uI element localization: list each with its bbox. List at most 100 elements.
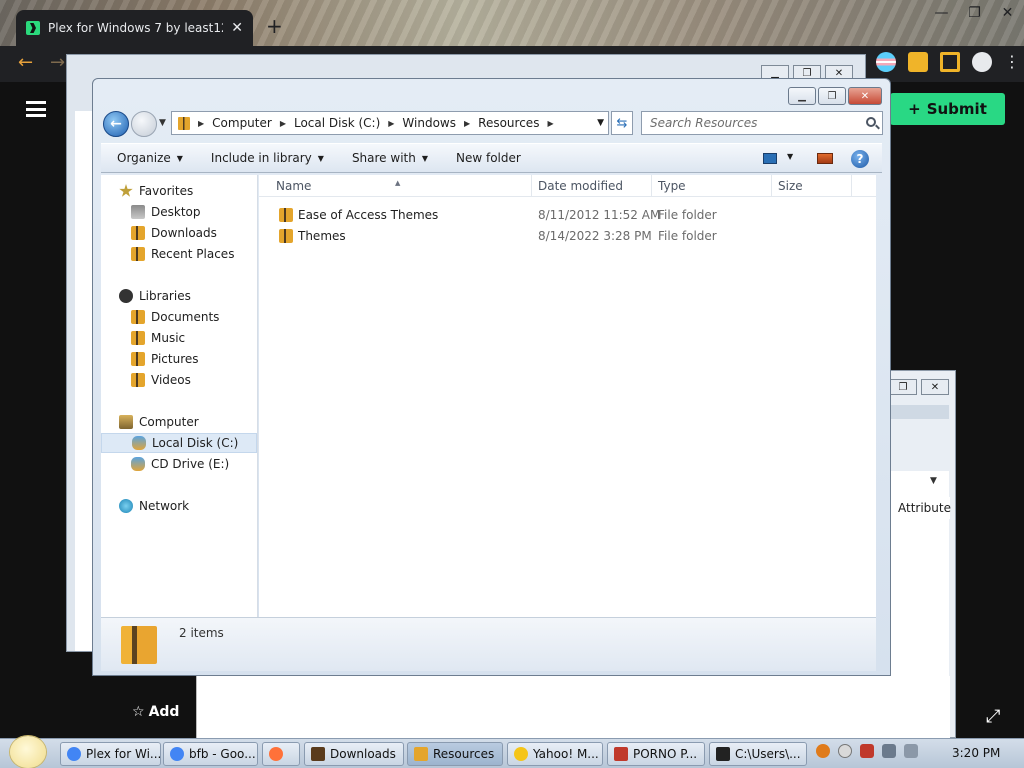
breadcrumb-separator-icon[interactable]: ▶: [388, 119, 394, 128]
add-button[interactable]: ☆ Add: [132, 704, 179, 720]
menu-dots-icon[interactable]: ⋮: [1004, 52, 1020, 72]
breadcrumb-local-disk[interactable]: Local Disk (C:): [294, 116, 380, 130]
share-with-label: Share with: [351, 151, 416, 165]
attributes-column-header[interactable]: Attribute: [898, 497, 951, 519]
file-date: 8/11/2012 11:52 AM: [538, 208, 661, 222]
file-row[interactable]: Themes 8/14/2022 3:28 PM File folder: [259, 226, 876, 246]
preview-pane-icon[interactable]: [817, 153, 833, 164]
browser-tab-plex[interactable]: Plex for Windows 7 by least1234 ✕: [16, 10, 253, 46]
address-dropdown-icon[interactable]: ▼: [597, 118, 604, 128]
nav-libraries[interactable]: Libraries: [101, 286, 191, 306]
refresh-button[interactable]: ⇆: [611, 111, 633, 135]
column-type[interactable]: Type: [658, 179, 686, 193]
breadcrumb-separator-icon[interactable]: ▶: [198, 119, 204, 128]
file-type: File folder: [658, 229, 717, 243]
search-tray-icon[interactable]: [816, 744, 830, 758]
taskbar-button-yahoo[interactable]: Yahoo! M...: [507, 742, 603, 766]
profile-avatar-icon[interactable]: [972, 52, 992, 72]
network-tray-icon[interactable]: [882, 744, 896, 758]
hamburger-menu-icon[interactable]: [26, 101, 46, 117]
new-tab-button[interactable]: +: [266, 14, 283, 38]
taskbar-button-downloads[interactable]: Downloads: [304, 742, 404, 766]
submit-label: Submit: [926, 100, 987, 118]
7zip-icon: [716, 747, 730, 761]
file-row[interactable]: Ease of Access Themes 8/11/2012 11:52 AM…: [259, 205, 876, 225]
column-divider[interactable]: [771, 175, 772, 197]
search-icon[interactable]: [866, 117, 876, 127]
messenger-tray-icon[interactable]: [838, 744, 852, 758]
nav-local-disk-label: Local Disk (C:): [152, 436, 239, 450]
fullscreen-expand-icon[interactable]: ⤢: [986, 706, 1000, 727]
combo-dropdown-icon[interactable]: ▼: [930, 476, 937, 486]
taskbar-button-flash[interactable]: PORNO P...: [607, 742, 705, 766]
browser-maximize-button[interactable]: ❐: [958, 0, 991, 26]
new-folder-label: New folder: [456, 151, 521, 165]
volume-icon[interactable]: [904, 744, 918, 758]
taskbar-button-label: PORNO P...: [633, 747, 698, 761]
navigation-pane: Favorites Desktop Downloads Recent Place…: [101, 175, 258, 617]
clock[interactable]: 3:20 PM: [952, 746, 1000, 760]
recent-pages-dropdown-icon[interactable]: ▼: [159, 118, 166, 128]
browser-back-icon[interactable]: ←: [18, 52, 33, 73]
share-with-button[interactable]: Share with ▼: [352, 151, 428, 165]
taskbar-button-bfb[interactable]: bfb - Goo...: [163, 742, 258, 766]
computer-icon: [119, 415, 133, 429]
breadcrumb-separator-icon[interactable]: ▶: [464, 119, 470, 128]
nav-desktop[interactable]: Desktop: [101, 202, 201, 222]
nav-libraries-label: Libraries: [139, 289, 191, 303]
browser-forward-icon[interactable]: →: [50, 52, 65, 73]
nav-recent-places[interactable]: Recent Places: [101, 244, 234, 264]
include-in-library-button[interactable]: Include in library ▼: [211, 151, 324, 165]
organize-button[interactable]: Organize ▼: [117, 151, 183, 165]
tab-close-icon[interactable]: ✕: [231, 20, 243, 36]
help-icon[interactable]: ?: [851, 150, 869, 168]
props-maximize-button[interactable]: ❐: [889, 379, 917, 395]
column-name[interactable]: Name: [276, 179, 311, 193]
puzzle-extension-icon[interactable]: [908, 52, 928, 72]
taskbar-button-resources[interactable]: Resources: [407, 742, 503, 766]
nav-documents[interactable]: Documents: [101, 307, 219, 327]
explorer-maximize-button[interactable]: ❐: [818, 87, 846, 105]
column-divider[interactable]: [851, 175, 852, 197]
flag-extension-icon[interactable]: [876, 52, 896, 72]
start-button[interactable]: [10, 736, 46, 768]
breadcrumb-separator-icon[interactable]: ▶: [280, 119, 286, 128]
side-panel-icon[interactable]: [940, 52, 960, 72]
nav-music[interactable]: Music: [101, 328, 185, 348]
column-divider[interactable]: [651, 175, 652, 197]
nav-videos[interactable]: Videos: [101, 370, 191, 390]
browser-minimize-button[interactable]: —: [925, 0, 958, 26]
nav-pictures[interactable]: Pictures: [101, 349, 199, 369]
view-options-chevron-icon[interactable]: ▼: [787, 152, 793, 161]
taskbar-button-7zip[interactable]: C:\Users\...: [709, 742, 807, 766]
taskbar-button-plex[interactable]: Plex for Wi...: [60, 742, 161, 766]
nav-favorites[interactable]: Favorites: [101, 181, 193, 201]
nav-computer[interactable]: Computer: [101, 412, 199, 432]
breadcrumb-resources[interactable]: Resources: [478, 116, 539, 130]
submit-button[interactable]: + Submit: [890, 93, 1005, 125]
browser-close-button[interactable]: ✕: [991, 0, 1024, 26]
column-date-modified[interactable]: Date modified: [538, 179, 623, 193]
new-folder-button[interactable]: New folder: [456, 151, 521, 165]
breadcrumb-computer[interactable]: Computer: [212, 116, 272, 130]
search-input[interactable]: Search Resources: [641, 111, 883, 135]
forward-button[interactable]: [131, 111, 157, 137]
breadcrumb-separator-icon[interactable]: ▶: [547, 119, 553, 128]
column-divider[interactable]: [531, 175, 532, 197]
address-bar[interactable]: ▶ Computer ▶ Local Disk (C:) ▶ Windows ▶…: [171, 111, 609, 135]
flash-icon: [614, 747, 628, 761]
back-button[interactable]: ←: [103, 111, 129, 137]
explorer-close-button[interactable]: ✕: [848, 87, 882, 105]
props-close-button[interactable]: ✕: [921, 379, 949, 395]
nav-downloads[interactable]: Downloads: [101, 223, 217, 243]
change-view-icon[interactable]: [763, 153, 777, 164]
chevron-down-icon: ▼: [421, 153, 428, 163]
breadcrumb-windows[interactable]: Windows: [402, 116, 456, 130]
taskbar-button-firefox[interactable]: [262, 742, 300, 766]
nav-cd-drive[interactable]: CD Drive (E:): [101, 454, 229, 474]
nav-local-disk[interactable]: Local Disk (C:): [101, 433, 257, 453]
column-size[interactable]: Size: [778, 179, 803, 193]
action-center-icon[interactable]: [860, 744, 874, 758]
nav-network[interactable]: Network: [101, 496, 189, 516]
explorer-minimize-button[interactable]: ▁: [788, 87, 816, 105]
